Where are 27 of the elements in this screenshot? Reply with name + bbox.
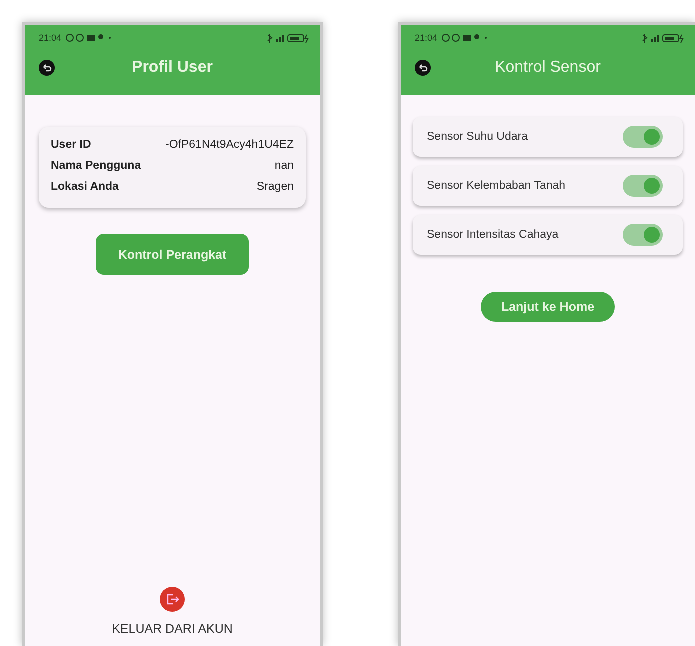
field-label: Lokasi Anda xyxy=(51,181,119,193)
logout-button[interactable] xyxy=(160,587,185,612)
toggle-switch[interactable] xyxy=(623,126,663,148)
app-bar-title: Profil User xyxy=(131,59,214,77)
field-value: Sragen xyxy=(256,181,294,193)
toggle-switch[interactable] xyxy=(623,175,663,197)
primary-button[interactable]: Kontrol Perangkat xyxy=(96,234,249,275)
status-time: 21:04 xyxy=(415,33,438,43)
back-icon[interactable] xyxy=(415,60,431,76)
app-bar-title: Kontrol Sensor xyxy=(494,59,602,77)
logout-label: KELUAR DARI AKUN xyxy=(112,622,233,636)
field-value: -OfP61N4t9Acy4h1U4EZ xyxy=(166,139,294,151)
status-icons xyxy=(442,34,490,42)
logout-icon xyxy=(166,593,179,606)
battery-signal-icons xyxy=(641,34,685,42)
sensor-label: Sensor Intensitas Cahaya xyxy=(427,229,559,241)
battery-signal-icons xyxy=(266,34,310,42)
status-time: 21:04 xyxy=(39,33,62,43)
status-icons xyxy=(66,34,114,42)
field-value: nan xyxy=(274,160,294,172)
toggle-switch[interactable] xyxy=(623,224,663,246)
sensor-label: Sensor Kelembaban Tanah xyxy=(427,180,566,192)
field-label: Nama Pengguna xyxy=(51,160,142,172)
primary-button[interactable]: Lanjut ke Home xyxy=(481,292,615,322)
field-label: User ID xyxy=(51,139,92,151)
sensor-label: Sensor Suhu Udara xyxy=(427,131,528,143)
back-icon[interactable] xyxy=(39,60,55,76)
